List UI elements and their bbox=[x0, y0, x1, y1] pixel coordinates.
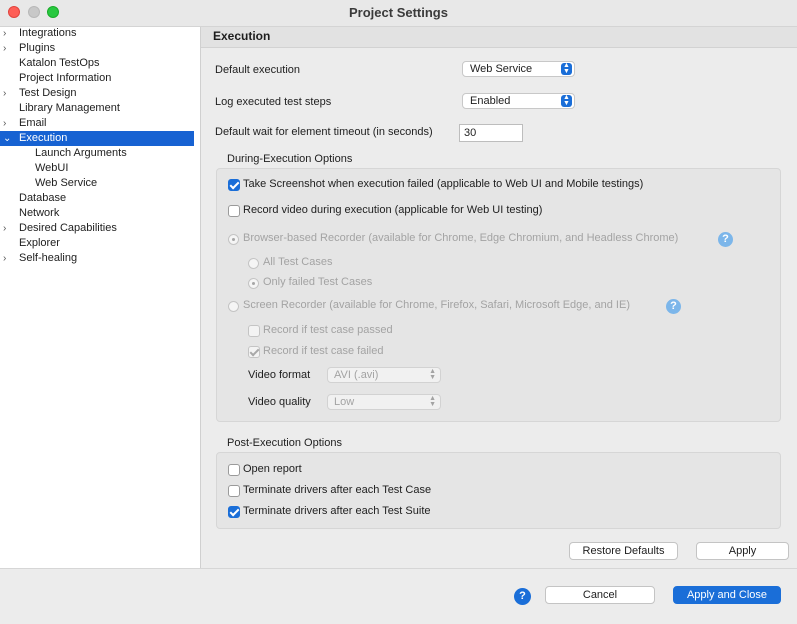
chevron-down-icon[interactable]: ⌄ bbox=[3, 131, 13, 146]
tree-item-plugins[interactable]: › Plugins bbox=[0, 41, 194, 56]
help-icon[interactable]: ? bbox=[718, 232, 733, 247]
video-format-select[interactable]: AVI (.avi) ▲ ▼ bbox=[327, 367, 441, 383]
help-icon[interactable]: ? bbox=[666, 299, 681, 314]
tree-item-label: Integrations bbox=[19, 27, 77, 39]
title-bar: Project Settings bbox=[0, 0, 797, 27]
video-format-value: AVI (.avi) bbox=[334, 369, 379, 381]
tree-item-label: Project Information bbox=[19, 72, 112, 84]
only-failed-label: Only failed Test Cases bbox=[263, 276, 373, 288]
open-report-label: Open report bbox=[243, 463, 302, 475]
tree-item-library-management[interactable]: Library Management bbox=[0, 101, 194, 116]
tree-item-desired-capabilities[interactable]: › Desired Capabilities bbox=[0, 221, 194, 236]
dialog-footer: ? Cancel Apply and Close bbox=[0, 568, 797, 624]
tree-item-launch-arguments[interactable]: Launch Arguments bbox=[0, 146, 194, 161]
tree-item-label: Launch Arguments bbox=[35, 147, 127, 159]
terminate-test-case-label: Terminate drivers after each Test Case bbox=[243, 484, 432, 496]
record-failed-checkbox[interactable] bbox=[248, 346, 260, 358]
post-execution-title: Post-Execution Options bbox=[227, 437, 342, 449]
log-steps-value: Enabled bbox=[470, 95, 511, 107]
record-video-label: Record video during execution (applicabl… bbox=[243, 204, 543, 216]
wait-timeout-label: Default wait for element timeout (in sec… bbox=[215, 126, 433, 138]
default-execution-select[interactable]: Web Service ▲ ▼ bbox=[462, 61, 575, 77]
window-title: Project Settings bbox=[349, 5, 448, 20]
video-quality-label: Video quality bbox=[248, 396, 311, 408]
video-format-label: Video format bbox=[248, 369, 311, 381]
video-quality-select[interactable]: Low ▲ ▼ bbox=[327, 394, 441, 410]
log-steps-label: Log executed test steps bbox=[215, 96, 332, 108]
page-title: Execution bbox=[213, 29, 271, 43]
tree-item-webui[interactable]: WebUI bbox=[0, 161, 194, 176]
tree-item-execution[interactable]: ⌄ Execution bbox=[0, 131, 194, 146]
video-quality-value: Low bbox=[334, 396, 355, 408]
tree-item-label: Self-healing bbox=[19, 252, 78, 264]
record-video-checkbox[interactable] bbox=[228, 205, 240, 217]
only-failed-radio[interactable] bbox=[248, 278, 259, 289]
tree-item-email[interactable]: › Email bbox=[0, 116, 194, 131]
all-test-cases-radio[interactable] bbox=[248, 258, 259, 269]
tree-item-label: Desired Capabilities bbox=[19, 222, 117, 234]
tree-item-label: Execution bbox=[19, 132, 68, 144]
chevron-right-icon[interactable]: › bbox=[3, 221, 13, 236]
browser-recorder-radio[interactable] bbox=[228, 234, 239, 245]
tree-item-label: Database bbox=[19, 192, 67, 204]
chevron-right-icon[interactable]: › bbox=[3, 251, 13, 266]
record-passed-checkbox[interactable] bbox=[248, 325, 260, 337]
during-execution-title: During-Execution Options bbox=[227, 153, 353, 165]
default-execution-value: Web Service bbox=[470, 63, 533, 75]
tree-item-label: Web Service bbox=[35, 177, 98, 189]
tree-item-label: Explorer bbox=[19, 237, 60, 249]
terminate-test-suite-checkbox[interactable] bbox=[228, 506, 240, 518]
execution-settings-panel: Execution Default execution Web Service … bbox=[201, 27, 797, 568]
settings-tree: › Integrations › Plugins Katalon TestOps… bbox=[0, 27, 201, 568]
tree-item-label: Library Management bbox=[19, 102, 120, 114]
tree-item-label: WebUI bbox=[35, 162, 69, 174]
browser-recorder-label: Browser-based Recorder (available for Ch… bbox=[243, 232, 679, 244]
terminate-test-case-checkbox[interactable] bbox=[228, 485, 240, 497]
log-steps-select[interactable]: Enabled ▲ ▼ bbox=[462, 93, 575, 109]
tree-item-integrations[interactable]: › Integrations bbox=[0, 26, 194, 41]
tree-item-self-healing[interactable]: › Self-healing bbox=[0, 251, 194, 266]
apply-button[interactable]: Apply bbox=[696, 542, 789, 560]
select-stepper-icon: ▲ ▼ bbox=[561, 94, 572, 107]
select-stepper-icon: ▲ ▼ bbox=[429, 368, 436, 381]
chevron-right-icon[interactable]: › bbox=[3, 41, 13, 56]
screen-recorder-radio[interactable] bbox=[228, 301, 239, 312]
all-test-cases-label: All Test Cases bbox=[263, 256, 333, 268]
open-report-checkbox[interactable] bbox=[228, 464, 240, 476]
chevron-right-icon[interactable]: › bbox=[3, 26, 13, 41]
tree-item-test-design[interactable]: › Test Design bbox=[0, 86, 194, 101]
apply-and-close-button[interactable]: Apply and Close bbox=[673, 586, 781, 604]
terminate-test-suite-label: Terminate drivers after each Test Suite bbox=[243, 505, 431, 517]
restore-defaults-button[interactable]: Restore Defaults bbox=[569, 542, 678, 560]
tree-item-label: Test Design bbox=[19, 87, 77, 99]
default-execution-label: Default execution bbox=[215, 64, 300, 76]
record-failed-label: Record if test case failed bbox=[263, 345, 384, 357]
select-stepper-icon: ▲ ▼ bbox=[561, 62, 572, 75]
tree-item-project-information[interactable]: Project Information bbox=[0, 71, 194, 86]
tree-item-label: Network bbox=[19, 207, 60, 219]
tree-item-label: Katalon TestOps bbox=[19, 57, 100, 69]
help-icon[interactable]: ? bbox=[514, 588, 531, 605]
tree-item-network[interactable]: Network bbox=[0, 206, 194, 221]
select-stepper-icon: ▲ ▼ bbox=[429, 395, 436, 408]
tree-item-label: Email bbox=[19, 117, 47, 129]
chevron-right-icon[interactable]: › bbox=[3, 116, 13, 131]
take-screenshot-label: Take Screenshot when execution failed (a… bbox=[243, 178, 644, 190]
record-passed-label: Record if test case passed bbox=[263, 324, 393, 336]
take-screenshot-checkbox[interactable] bbox=[228, 179, 240, 191]
tree-item-label: Plugins bbox=[19, 42, 56, 54]
tree-item-database[interactable]: Database bbox=[0, 191, 194, 206]
tree-item-explorer[interactable]: Explorer bbox=[0, 236, 194, 251]
wait-timeout-input[interactable]: 30 bbox=[459, 124, 523, 142]
tree-item-web-service[interactable]: Web Service bbox=[0, 176, 194, 191]
panel-header: Execution bbox=[201, 27, 797, 48]
cancel-button[interactable]: Cancel bbox=[545, 586, 655, 604]
chevron-right-icon[interactable]: › bbox=[3, 86, 13, 101]
screen-recorder-label: Screen Recorder (available for Chrome, F… bbox=[243, 299, 630, 311]
tree-item-katalon-testops[interactable]: Katalon TestOps bbox=[0, 56, 194, 71]
